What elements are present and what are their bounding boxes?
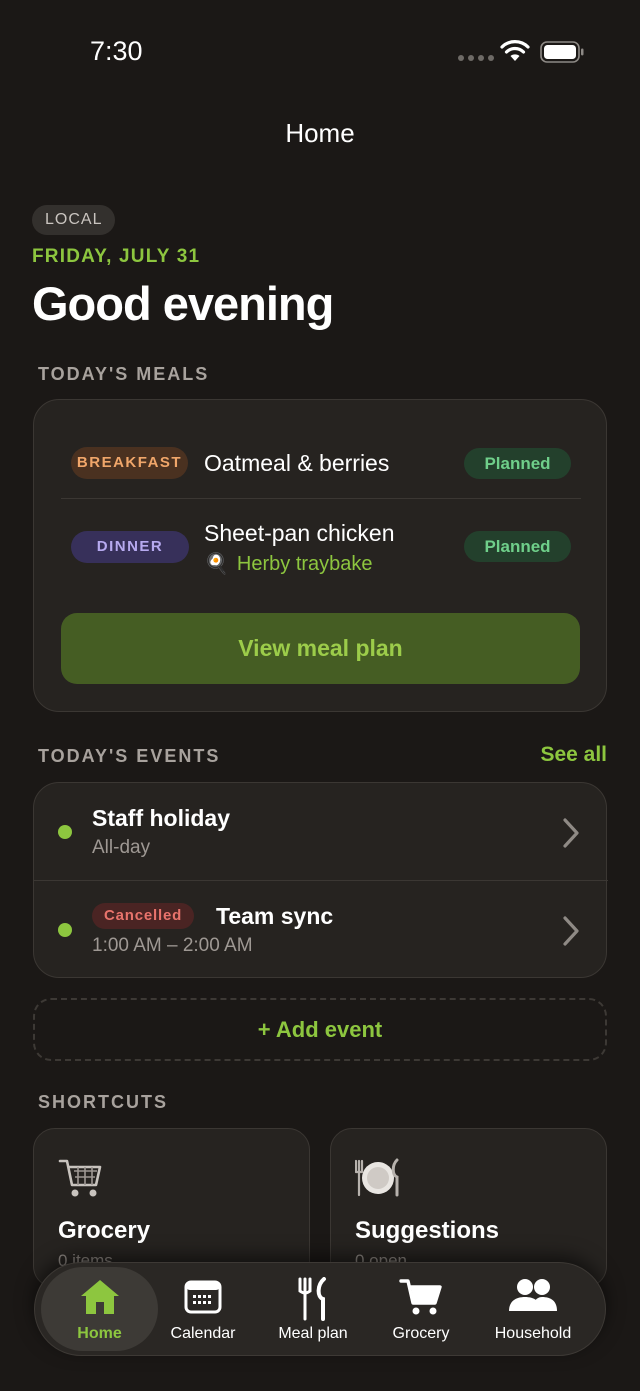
cancelled-badge: Cancelled (92, 903, 195, 929)
calendar-icon (184, 1280, 222, 1314)
tab-label: Home (77, 1325, 122, 1342)
status-time: 7:30 (90, 36, 143, 66)
fork-knife-icon (298, 1277, 326, 1321)
people-icon (509, 1279, 557, 1311)
events-section-label: TODAY'S EVENTS (38, 746, 221, 766)
event-status-dot (58, 825, 72, 839)
shortcut-title: Grocery (58, 1217, 151, 1244)
event-row[interactable]: Staff holiday All-day (34, 783, 608, 881)
greeting-heading: Good evening (32, 277, 334, 330)
tab-meal-plan[interactable]: Meal plan (265, 1267, 361, 1351)
tab-label: Meal plan (278, 1325, 348, 1342)
meal-divider (61, 498, 581, 499)
meal-tag-dinner: DINNER (71, 531, 189, 563)
cart-icon (399, 1279, 442, 1315)
event-row[interactable]: Cancelled Team sync 1:00 AM – 2:00 AM (34, 881, 608, 979)
wifi-icon (500, 40, 530, 61)
tab-label: Calendar (170, 1325, 236, 1342)
meals-section-label: TODAY'S MEALS (38, 364, 210, 384)
home-icon (80, 1280, 119, 1314)
add-event-button[interactable]: + Add event (33, 998, 607, 1061)
shortcuts-section-label: SHORTCUTS (38, 1092, 168, 1112)
meals-card: BREAKFAST Oatmeal & berries Planned DINN… (33, 399, 607, 712)
shortcut-title: Suggestions (355, 1217, 500, 1244)
meal-name: Sheet-pan chicken (204, 520, 395, 546)
meal-row-dinner[interactable]: DINNER Sheet-pan chicken 🍳 Herby traybake… (34, 507, 608, 587)
meal-recipe-name: Herby traybake (236, 553, 373, 575)
signal-icon (458, 55, 494, 61)
plate-cutlery-icon (355, 1158, 399, 1197)
event-time: 1:00 AM – 2:00 AM (92, 935, 253, 956)
event-title: Staff holiday (92, 805, 231, 831)
event-title: Team sync (216, 903, 334, 929)
meal-row-breakfast[interactable]: BREAKFAST Oatmeal & berries Planned (34, 423, 608, 503)
meal-status-badge: Planned (464, 531, 571, 562)
frying-pan-icon: 🍳 (204, 553, 229, 575)
page-title: Home (285, 118, 355, 148)
local-badge: LOCAL (32, 205, 116, 235)
event-status-dot (58, 923, 72, 937)
date-label: FRIDAY, JULY 31 (32, 246, 201, 267)
meal-tag-breakfast: BREAKFAST (71, 447, 188, 479)
tab-label: Grocery (392, 1325, 450, 1342)
tab-home[interactable]: Home (41, 1267, 158, 1351)
tab-bar: Home Calendar Meal plan Grocery Househol… (34, 1262, 606, 1356)
events-card: Staff holiday All-day Cancelled Team syn… (33, 782, 608, 979)
shopping-cart-icon (58, 1159, 102, 1197)
event-time: All-day (92, 837, 151, 858)
tab-calendar[interactable]: Calendar (159, 1267, 247, 1351)
tab-label: Household (494, 1325, 572, 1342)
tab-grocery[interactable]: Grocery (379, 1267, 463, 1351)
chevron-right-icon (563, 916, 579, 946)
tab-household[interactable]: Household (483, 1267, 583, 1351)
see-all-link[interactable]: See all (540, 743, 607, 767)
view-meal-plan-button[interactable]: View meal plan (61, 613, 580, 684)
chevron-right-icon (563, 818, 579, 848)
battery-icon (540, 41, 584, 63)
meal-name: Oatmeal & berries (204, 450, 390, 476)
meal-status-badge: Planned (464, 448, 571, 479)
status-bar: 7:30 (0, 0, 640, 100)
meal-subtitle: 🍳 Herby traybake (204, 551, 373, 576)
